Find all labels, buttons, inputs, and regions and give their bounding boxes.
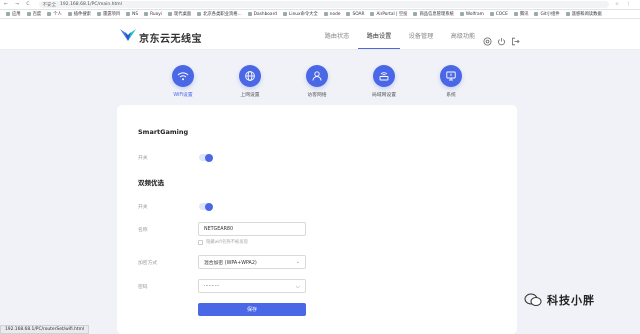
help-icon[interactable] [483,31,492,46]
hide-ssid-label: 隐藏wifi名称不被发现 [206,240,248,245]
bookmark-item[interactable]: 个人 [47,11,62,17]
wifi-settings-card: SmartGaming 开关 双频优选 开关 名称 NETGEAR80 隐藏wi… [117,105,517,334]
toggle-knob [205,202,213,211]
section-title-dual-band: 双频优选 [138,179,164,187]
globe-icon [239,65,261,87]
hide-ssid-checkbox[interactable]: 隐藏wifi名称不被发现 [198,239,248,245]
category-lan[interactable]: 局域网设置 [354,65,414,98]
header-icons [483,31,520,46]
category-label: 局域网设置 [372,93,396,98]
save-button[interactable]: 保存 [198,303,306,316]
checkbox-box [198,239,203,245]
category-system[interactable]: 系统 [421,65,481,98]
logout-icon[interactable] [511,31,520,46]
bookmark-item[interactable]: 应用 [6,11,21,17]
top-nav: 路由状态 路由设置 设备管理 高级功能 [316,31,484,49]
bookmark-item[interactable]: 雷霆项目 [96,11,120,17]
category-guest[interactable]: 访客网络 [287,65,347,98]
power-icon[interactable] [497,31,506,46]
bookmarks-bar: 应用 百度 个人 插件搜索 雷霆项目 NS Ruoyi 现代桌面 北京各类职业资… [0,10,640,19]
nav-advanced[interactable]: 高级功能 [442,31,484,49]
eye-icon[interactable]: ◡ [296,283,300,289]
nav-router-status[interactable]: 路由状态 [316,31,358,49]
name-label: 名称 [138,228,148,233]
encryption-label: 加密方式 [138,261,158,266]
bookmark-item[interactable]: 百度 [26,11,41,17]
bookmark-item[interactable]: 遥感和阅读数据 [565,11,602,17]
user-icon [306,65,328,87]
bookmark-item[interactable]: 腾讯 [513,11,528,17]
category-label: WiFi设置 [173,93,193,98]
brand-logo-icon [120,29,136,41]
category-label: 系统 [446,93,456,98]
monitor-icon [440,65,462,87]
bookmark-item[interactable]: node [323,12,340,17]
bookmark-item[interactable]: 插件搜索 [67,11,91,17]
bookmark-item[interactable]: SOAR [346,12,364,17]
switch-label: 开关 [138,205,148,210]
smartgaming-toggle[interactable] [199,153,213,162]
bookmark-item[interactable]: 北京各类职业资格... [197,11,242,17]
browser-menu-icons[interactable]: ☆ ⋮ [615,2,634,7]
bookmark-item[interactable]: NS [126,12,138,17]
router-icon [373,65,395,87]
password-value: ·········· [204,283,220,289]
brand-title: 京东云无线宝 [139,34,202,45]
category-wifi[interactable]: WiFi设置 [153,65,213,98]
wechat-icon [524,293,542,306]
app-header: 京东云无线宝 路由状态 路由设置 设备管理 高级功能 [0,19,640,50]
bookmark-item[interactable]: Dashboard [247,12,277,17]
browser-address-bar: ← → C 不安全 192.168.68.1/PC/main.html ☆ ⋮ [0,0,640,10]
toggle-knob [205,153,213,162]
bookmark-item[interactable]: 现代桌面 [168,11,191,17]
watermark: 科技小胖 [524,292,595,308]
browser-nav-buttons[interactable]: ← → C [4,2,33,7]
bookmark-item[interactable]: COCE [489,12,508,17]
password-label: 密码 [138,285,148,290]
chevron-down-icon: ⌄ [295,259,300,265]
watermark-text: 科技小胖 [547,294,595,307]
url-text: 192.168.68.1/PC/main.html [60,2,122,7]
switch-label: 开关 [138,156,148,161]
category-label: 访客网络 [307,93,327,98]
ssid-input[interactable]: NETGEAR80 [198,222,306,236]
bookmark-item[interactable]: AirPortal | 空投 [370,11,407,17]
nav-device-management[interactable]: 设备管理 [400,31,442,49]
section-title-smartgaming: SmartGaming [138,128,189,136]
dual-band-toggle[interactable] [199,202,213,211]
bookmark-item[interactable]: Git小组件 [534,11,560,17]
bookmark-item[interactable]: Ruoyi [144,12,162,17]
bookmark-item[interactable]: 商品信息管理系统 [413,11,454,17]
browser-status-bar: 192.168.68.1/PC/routerSet/wifi.html [0,325,90,334]
wifi-icon [172,65,194,87]
nav-router-settings[interactable]: 路由设置 [358,31,400,49]
category-label: 上网设置 [240,93,260,98]
bookmark-item[interactable]: Linux命令大全 [282,11,318,17]
security-label[interactable]: 不安全 [43,2,57,8]
bookmark-item[interactable]: Wolfram [459,12,484,17]
ssid-value: NETGEAR80 [204,226,234,232]
password-input[interactable]: ·········· ◡ [198,279,306,293]
category-internet[interactable]: 上网设置 [220,65,280,98]
encryption-select[interactable]: 混合加密 (WPA+WPA2) ⌄ [198,255,306,269]
category-row: WiFi设置 上网设置 访客网络 局域网设置 系统 [0,50,640,102]
url-field[interactable]: 不安全 192.168.68.1/PC/main.html [38,1,610,8]
encryption-value: 混合加密 (WPA+WPA2) [204,260,257,266]
